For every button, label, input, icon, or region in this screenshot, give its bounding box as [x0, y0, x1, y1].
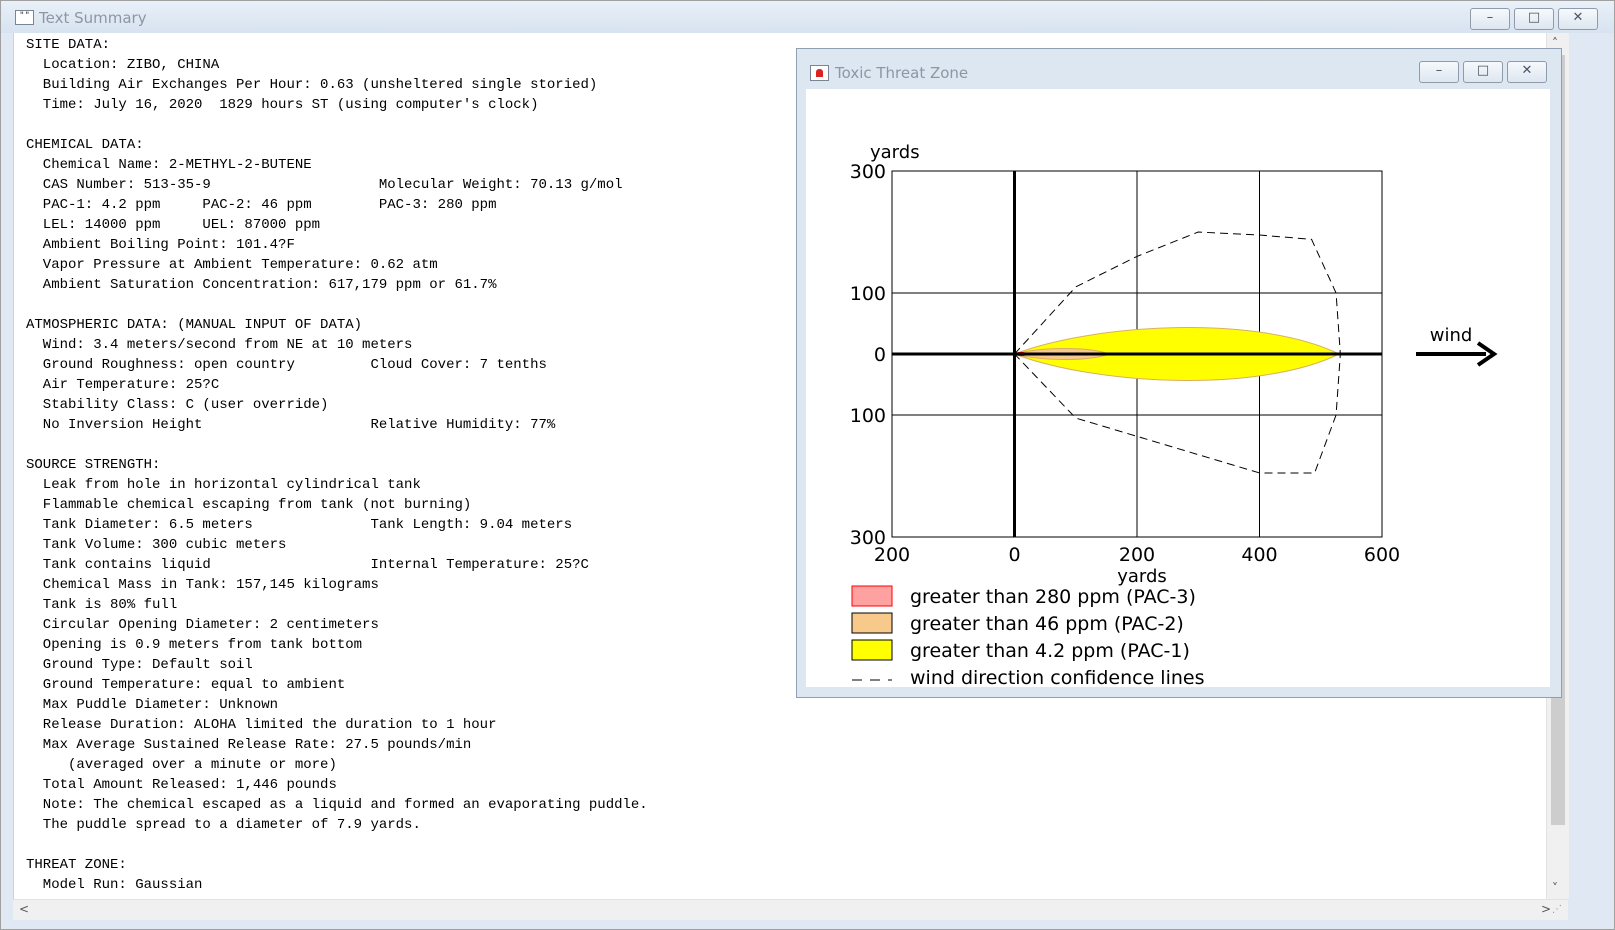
legend-swatch: [851, 585, 893, 607]
minimize-button[interactable]: –: [1470, 8, 1510, 30]
report-line: Vapor Pressure at Ambient Temperature: 0…: [26, 257, 438, 273]
report-line: No Inversion Height Relative Humidity: 7…: [26, 417, 556, 433]
report-line: Ground Temperature: equal to ambient: [26, 677, 346, 693]
close-icon: ✕: [1521, 63, 1533, 78]
report-line: The puddle spread to a diameter of 7.9 y…: [26, 817, 421, 833]
maximize-button[interactable]: □: [1514, 8, 1554, 30]
minimize-icon: –: [1435, 63, 1443, 78]
report-line: THREAT ZONE:: [26, 857, 127, 873]
legend-swatch: [851, 639, 893, 661]
threat-zone-chart: 3001000100300200 0 200 400 600yardsyardswind…: [850, 142, 1498, 687]
y-tick-label: 100: [850, 405, 886, 427]
legend-label: wind direction confidence lines: [910, 667, 1205, 687]
report-line: [26, 295, 648, 315]
child-window-controls: – □ ✕: [1419, 61, 1547, 83]
report-line: Tank contains liquid Internal Temperatur…: [26, 557, 589, 573]
child-minimize-button[interactable]: –: [1419, 61, 1459, 83]
resize-grip-icon[interactable]: ⋰: [1552, 904, 1562, 915]
report-line: Release Duration: ALOHA limited the dura…: [26, 717, 497, 733]
report-line: Air Temperature: 25?C: [26, 377, 220, 393]
wind-label: wind: [1430, 325, 1473, 346]
report-line: Ground Type: Default soil: [26, 657, 253, 673]
close-button[interactable]: ✕: [1558, 8, 1598, 30]
y-tick-label: 300: [850, 161, 886, 183]
x-tick-label: 400: [1241, 544, 1277, 566]
report-line: Ambient Saturation Concentration: 617,17…: [26, 277, 497, 293]
report-line: SITE DATA:: [26, 37, 111, 53]
child-close-button[interactable]: ✕: [1507, 61, 1547, 83]
threat-zone-app-icon: [810, 65, 829, 81]
y-axis-unit-label: yards: [870, 142, 920, 163]
horizontal-scrollbar[interactable]: < > ⋰: [13, 899, 1568, 920]
y-tick-label: 0: [874, 344, 886, 366]
child-title-bar[interactable]: Toxic Threat Zone – □ ✕: [797, 49, 1561, 89]
minimize-icon: –: [1486, 10, 1494, 25]
report-line: Stability Class: C (user override): [26, 397, 329, 413]
window-app-icon: "": [15, 10, 34, 25]
window-title: Text Summary: [39, 9, 147, 27]
report-line: Chemical Name: 2-METHYL-2-BUTENE: [26, 157, 312, 173]
scroll-left-icon[interactable]: <: [19, 902, 29, 916]
report-line: Leak from hole in horizontal cylindrical…: [26, 477, 421, 493]
child-maximize-button[interactable]: □: [1463, 61, 1503, 83]
report-line: Ambient Boiling Point: 101.4?F: [26, 237, 295, 253]
report-line: Circular Opening Diameter: 2 centimeters: [26, 617, 379, 633]
legend-swatch: [851, 612, 893, 634]
report-line: Tank Diameter: 6.5 meters Tank Length: 9…: [26, 517, 573, 533]
legend-label: greater than 46 ppm (PAC-2): [910, 613, 1184, 635]
report-line: Location: ZIBO, CHINA: [26, 57, 220, 73]
report-line: ATMOSPHERIC DATA: (MANUAL INPUT OF DATA): [26, 317, 363, 333]
threat-zone-plot-area: 300 100 0 100 300 200 0 200 400 600 yards yards wind…: [806, 89, 1550, 687]
x-tick-label: 0: [1008, 544, 1020, 566]
report-line: Tank Volume: 300 cubic meters: [26, 537, 287, 553]
report-line: (averaged over a minute or more): [26, 757, 337, 773]
report-line: Chemical Mass in Tank: 157,145 kilograms: [26, 577, 379, 593]
close-icon: ✕: [1572, 10, 1584, 25]
x-tick-label: 600: [1364, 544, 1400, 566]
report-line: Model Run: Gaussian: [26, 877, 203, 893]
report-line: [26, 835, 648, 855]
report-line: Opening is 0.9 meters from tank bottom: [26, 637, 363, 653]
report-line: Max Average Sustained Release Rate: 27.5…: [26, 737, 472, 753]
report-line: Flammable chemical escaping from tank (n…: [26, 497, 472, 513]
maximize-icon: □: [1527, 10, 1541, 25]
report-line: CAS Number: 513-35-9 Molecular Weight: 7…: [26, 177, 623, 193]
x-tick-label: 200: [1119, 544, 1155, 566]
report-line: Time: July 16, 2020 1829 hours ST (using…: [26, 97, 539, 113]
report-line: Note: The chemical escaped as a liquid a…: [26, 797, 648, 813]
report-text: SITE DATA: Location: ZIBO, CHINA Buildin…: [26, 35, 648, 895]
maximize-icon: □: [1476, 63, 1490, 78]
report-line: CHEMICAL DATA:: [26, 137, 144, 153]
x-tick-label: 200: [874, 544, 910, 566]
toxic-threat-zone-window: Toxic Threat Zone – □ ✕ 300 100 0 100 300 200…: [796, 48, 1562, 698]
x-axis-label: yards: [1117, 566, 1167, 587]
report-line: Wind: 3.4 meters/second from NE at 10 me…: [26, 337, 413, 353]
report-line: SOURCE STRENGTH:: [26, 457, 161, 473]
report-line: [26, 115, 648, 135]
report-line: Ground Roughness: open country Cloud Cov…: [26, 357, 547, 373]
legend-label: greater than 4.2 ppm (PAC-1): [910, 640, 1190, 662]
report-line: Total Amount Released: 1,446 pounds: [26, 777, 337, 793]
report-line: [26, 435, 648, 455]
title-bar[interactable]: "" Text Summary – □ ✕: [1, 1, 1614, 33]
y-tick-label: 100: [850, 283, 886, 305]
legend-label: greater than 280 ppm (PAC-3): [910, 586, 1196, 608]
report-line: Max Puddle Diameter: Unknown: [26, 697, 279, 713]
scroll-down-icon[interactable]: ˅: [1552, 881, 1558, 895]
report-line: Building Air Exchanges Per Hour: 0.63 (u…: [26, 77, 598, 93]
scroll-right-icon[interactable]: >: [1541, 902, 1551, 916]
report-line: Tank is 80% full: [26, 597, 178, 613]
window-controls: – □ ✕: [1470, 8, 1598, 30]
child-window-title: Toxic Threat Zone: [835, 64, 969, 82]
report-line: PAC-1: 4.2 ppm PAC-2: 46 ppm PAC-3: 280 …: [26, 197, 497, 213]
report-line: LEL: 14000 ppm UEL: 87000 ppm: [26, 217, 321, 233]
